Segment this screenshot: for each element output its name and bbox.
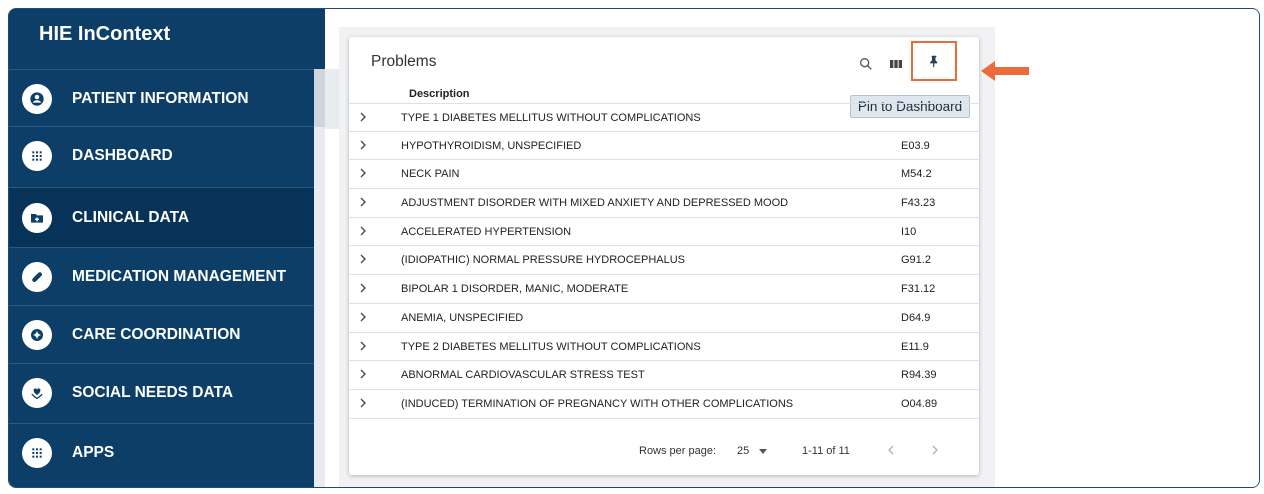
annotation-arrow-icon — [981, 61, 1029, 81]
chevron-right-icon[interactable] — [357, 167, 369, 179]
table-row[interactable]: (INDUCED) TERMINATION OF PREGNANCY WITH … — [349, 390, 979, 419]
sidebar-item-medication-management[interactable]: MEDICATION MANAGEMENT — [9, 247, 314, 305]
app-frame: HIE InContext PATIENT INFORMATION DASHBO… — [8, 8, 1260, 488]
problem-code: I10 — [901, 225, 917, 238]
sidebar-item-patient-information[interactable]: PATIENT INFORMATION — [9, 69, 314, 127]
table-row[interactable]: ACCELERATED HYPERTENSION I10 — [349, 218, 979, 247]
problem-code: M54.2 — [901, 168, 932, 181]
folder-plus-icon — [22, 202, 52, 233]
table-row[interactable]: TYPE 2 DIABETES MELLITUS WITHOUT COMPLIC… — [349, 333, 979, 362]
problem-description: ACCELERATED HYPERTENSION — [401, 225, 572, 238]
chevron-right-icon[interactable] — [357, 282, 369, 294]
problem-description: (IDIOPATHIC) NORMAL PRESSURE HYDROCEPHAL… — [401, 254, 686, 267]
columns-button[interactable] — [879, 47, 913, 81]
chevron-right-icon[interactable] — [357, 340, 369, 352]
sidebar-item-dashboard[interactable]: DASHBOARD — [9, 126, 314, 184]
sidebar-item-label: SOCIAL NEEDS DATA — [72, 383, 234, 401]
problems-table: TYPE 1 DIABETES MELLITUS WITHOUT COMPLIC… — [349, 103, 979, 419]
pin-to-dashboard-button[interactable] — [911, 41, 957, 81]
sidebar-item-label: MEDICATION MANAGEMENT — [72, 267, 287, 285]
chevron-right-icon[interactable] — [357, 196, 369, 208]
chevron-right-icon[interactable] — [929, 443, 941, 457]
problem-description: ABNORMAL CARDIOVASCULAR STRESS TEST — [401, 369, 645, 382]
table-row[interactable]: ABNORMAL CARDIOVASCULAR STRESS TEST R94.… — [349, 361, 979, 390]
problem-code: D64.9 — [901, 311, 931, 324]
problem-description: TYPE 2 DIABETES MELLITUS WITHOUT COMPLIC… — [401, 340, 701, 353]
sidebar-scrollbar[interactable] — [314, 69, 325, 487]
problem-description: HYPOTHYROIDISM, UNSPECIFIED — [401, 139, 582, 152]
problems-card: Problems Pin to Dashboard Description TY… — [349, 37, 979, 475]
pin-icon — [930, 55, 938, 68]
columns-icon — [890, 60, 902, 68]
sidebar-item-label: DASHBOARD — [72, 146, 173, 164]
problem-description: BIPOLAR 1 DISORDER, MANIC, MODERATE — [401, 283, 629, 296]
panel-divider — [325, 69, 339, 129]
care-coordination-icon — [22, 319, 52, 350]
problem-code: R94.39 — [901, 369, 937, 382]
rows-per-page-select[interactable]: 25 — [737, 445, 749, 457]
table-row[interactable]: TYPE 1 DIABETES MELLITUS WITHOUT COMPLIC… — [349, 103, 979, 132]
pagination-range: 1-11 of 11 — [802, 445, 850, 457]
sidebar-item-label: CARE COORDINATION — [72, 325, 241, 343]
sidebar-item-clinical-data[interactable]: CLINICAL DATA — [9, 187, 314, 247]
table-row[interactable]: HYPOTHYROIDISM, UNSPECIFIED E03.9 — [349, 132, 979, 161]
chevron-left-icon[interactable] — [885, 443, 897, 457]
table-row[interactable]: BIPOLAR 1 DISORDER, MANIC, MODERATE F31.… — [349, 275, 979, 304]
problem-description: ADJUSTMENT DISORDER WITH MIXED ANXIETY A… — [401, 197, 789, 210]
scrollbar-thumb[interactable] — [314, 69, 325, 127]
grid-icon — [22, 140, 52, 171]
column-header-description[interactable]: Description — [409, 88, 470, 100]
chevron-right-icon[interactable] — [357, 397, 369, 409]
chevron-right-icon[interactable] — [357, 368, 369, 380]
chevron-right-icon[interactable] — [357, 139, 369, 151]
app-title: HIE InContext — [9, 9, 325, 69]
table-row[interactable]: ADJUSTMENT DISORDER WITH MIXED ANXIETY A… — [349, 189, 979, 218]
chevron-right-icon[interactable] — [357, 253, 369, 265]
problem-code: F43.23 — [901, 197, 936, 210]
pill-icon — [22, 261, 52, 292]
table-row[interactable]: (IDIOPATHIC) NORMAL PRESSURE HYDROCEPHAL… — [349, 246, 979, 276]
table-row[interactable]: ANEMIA, UNSPECIFIED D64.9 — [349, 304, 979, 333]
heart-hands-icon — [22, 377, 52, 408]
problem-description: ANEMIA, UNSPECIFIED — [401, 311, 524, 324]
sidebar-item-care-coordination[interactable]: CARE COORDINATION — [9, 305, 314, 363]
sidebar-item-social-needs-data[interactable]: SOCIAL NEEDS DATA — [9, 363, 314, 421]
problem-code: O04.89 — [901, 397, 938, 410]
sidebar-item-apps[interactable]: APPS — [9, 423, 314, 481]
chevron-right-icon[interactable] — [357, 311, 369, 323]
problem-code: F31.12 — [901, 283, 936, 296]
search-icon — [860, 58, 872, 70]
rows-per-page-label: Rows per page: — [639, 445, 717, 457]
account-circle-icon — [22, 83, 52, 114]
problem-description: (INDUCED) TERMINATION OF PREGNANCY WITH … — [401, 397, 794, 410]
problem-description: TYPE 1 DIABETES MELLITUS WITHOUT COMPLIC… — [401, 112, 701, 124]
card-title: Problems — [371, 53, 437, 70]
problem-code: E11.9 — [901, 340, 929, 353]
grid-icon — [22, 437, 52, 468]
sidebar-item-label: APPS — [72, 443, 115, 461]
problem-code: G91.2 — [901, 254, 931, 267]
problem-code: E03.9 — [901, 139, 930, 152]
chevron-right-icon[interactable] — [357, 111, 369, 123]
search-button[interactable] — [849, 47, 883, 81]
caret-down-icon[interactable] — [759, 449, 767, 454]
sidebar-item-label: PATIENT INFORMATION — [72, 89, 249, 107]
sidebar: HIE InContext PATIENT INFORMATION DASHBO… — [9, 9, 325, 487]
table-row[interactable]: NECK PAIN M54.2 — [349, 160, 979, 190]
chevron-right-icon[interactable] — [357, 225, 369, 237]
table-pagination: Rows per page: 25 1-11 of 11 — [349, 435, 979, 465]
sidebar-item-label: CLINICAL DATA — [72, 208, 190, 226]
problem-description: NECK PAIN — [401, 168, 460, 181]
